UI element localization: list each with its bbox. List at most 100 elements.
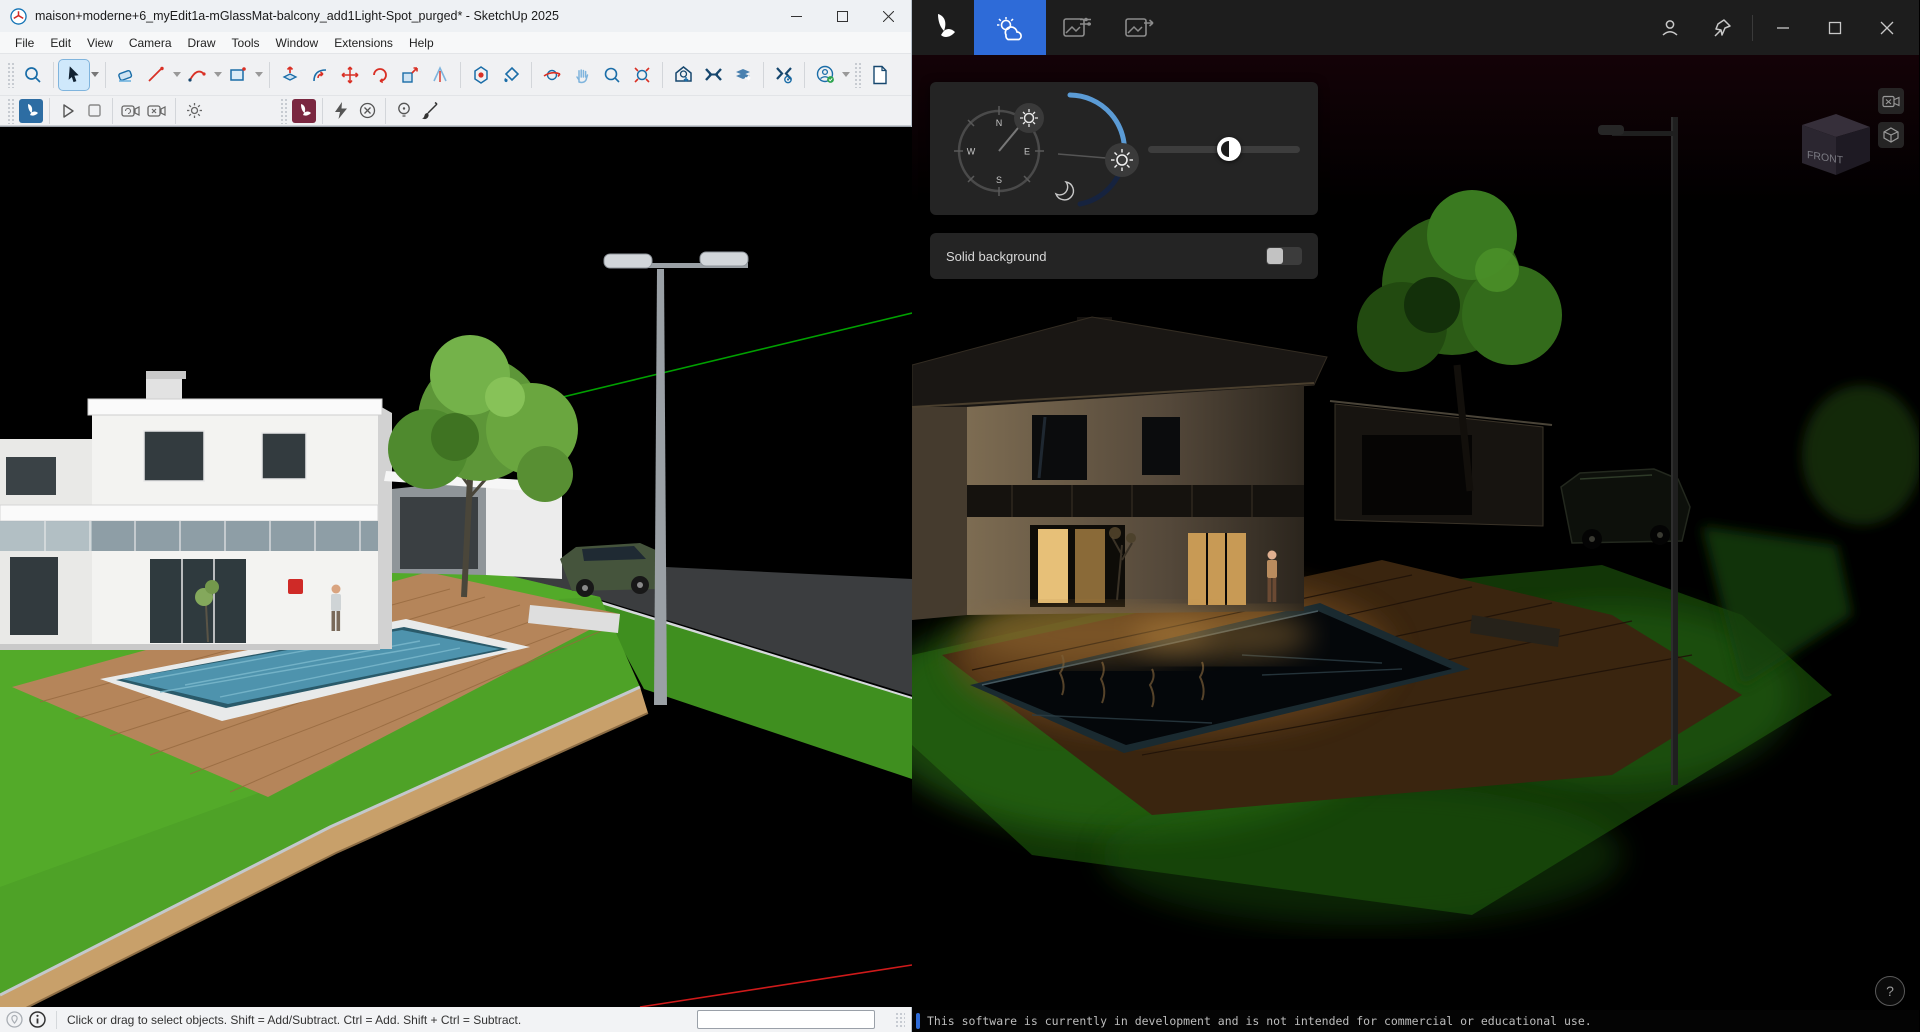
camera-x-icon bbox=[1882, 95, 1900, 108]
chevron-down-icon bbox=[214, 72, 222, 77]
orbit-tool-button[interactable] bbox=[537, 60, 567, 90]
extension-manager-button[interactable] bbox=[769, 60, 799, 90]
tab-renderer-logo[interactable] bbox=[912, 0, 974, 55]
close-button[interactable] bbox=[1865, 8, 1909, 48]
disable-render-button[interactable] bbox=[354, 99, 380, 123]
zoom-extents-icon bbox=[632, 65, 652, 85]
search-icon bbox=[23, 65, 43, 85]
toolbar-grip[interactable] bbox=[280, 98, 288, 124]
warehouse-3d-button[interactable] bbox=[668, 60, 698, 90]
offset-tool-button[interactable] bbox=[305, 60, 335, 90]
menu-window[interactable]: Window bbox=[269, 34, 326, 52]
render-viewport-canvas[interactable]: N E S W bbox=[912, 55, 1919, 1010]
rectangle-tool-dropdown[interactable] bbox=[253, 60, 264, 90]
account-button[interactable] bbox=[1648, 8, 1692, 48]
sun-elevation-arc[interactable] bbox=[1056, 95, 1139, 204]
sun-azimuth-handle[interactable] bbox=[1014, 103, 1044, 133]
help-button[interactable]: ? bbox=[1875, 976, 1905, 1006]
maximize-button[interactable] bbox=[819, 0, 865, 32]
sun-elevation-handle[interactable] bbox=[1105, 143, 1139, 177]
menubar: File Edit View Camera Draw Tools Window … bbox=[0, 32, 911, 54]
minimize-button[interactable] bbox=[773, 0, 819, 32]
menu-extensions[interactable]: Extensions bbox=[327, 34, 400, 52]
geolocation-icon[interactable] bbox=[6, 1011, 23, 1028]
rectangle-tool-button[interactable] bbox=[223, 60, 253, 90]
zoom-extents-button[interactable] bbox=[627, 60, 657, 90]
menu-tools[interactable]: Tools bbox=[225, 34, 267, 52]
sketchup-viewport-canvas[interactable] bbox=[0, 126, 911, 1006]
menu-help[interactable]: Help bbox=[402, 34, 441, 52]
menu-camera[interactable]: Camera bbox=[122, 34, 179, 52]
daylight-slider[interactable] bbox=[1148, 146, 1300, 153]
pin-icon bbox=[1712, 18, 1732, 38]
zoom-tool-button[interactable] bbox=[597, 60, 627, 90]
scale-tool-button[interactable] bbox=[395, 60, 425, 90]
render-app-window: N E S W bbox=[912, 0, 1919, 1032]
renderer-launch-button[interactable] bbox=[18, 99, 44, 123]
tab-image-export[interactable] bbox=[1108, 0, 1170, 55]
push-pull-tool-button[interactable] bbox=[275, 60, 305, 90]
arc-tool-button[interactable] bbox=[182, 60, 212, 90]
pan-tool-button[interactable] bbox=[567, 60, 597, 90]
chevron-down-icon bbox=[173, 72, 181, 77]
camera-reset-button[interactable] bbox=[1878, 88, 1904, 114]
menu-edit[interactable]: Edit bbox=[43, 34, 78, 52]
minimize-button[interactable] bbox=[1761, 8, 1805, 48]
menu-file[interactable]: File bbox=[8, 34, 41, 52]
styles-button[interactable] bbox=[466, 60, 496, 90]
toolbar-grip[interactable] bbox=[7, 62, 15, 88]
select-tool-dropdown[interactable] bbox=[89, 60, 100, 90]
sun-compass[interactable]: N E S W bbox=[954, 103, 1044, 196]
moon-icon bbox=[1056, 182, 1073, 200]
solid-background-toggle[interactable] bbox=[1266, 247, 1302, 265]
rotate-tool-button[interactable] bbox=[365, 60, 395, 90]
tab-environment[interactable] bbox=[974, 0, 1046, 55]
sketchup-logo-icon bbox=[10, 8, 27, 25]
select-tool-button[interactable] bbox=[59, 60, 89, 90]
styles-icon bbox=[471, 65, 491, 85]
toolbar-grip[interactable] bbox=[7, 98, 15, 124]
move-tool-button[interactable] bbox=[335, 60, 365, 90]
renderer-alt-button[interactable] bbox=[291, 99, 317, 123]
toolbar-separator bbox=[112, 98, 113, 124]
light-button[interactable] bbox=[391, 99, 417, 123]
menu-draw[interactable]: Draw bbox=[181, 34, 223, 52]
help-label: ? bbox=[1886, 983, 1894, 999]
menu-view[interactable]: View bbox=[80, 34, 120, 52]
info-icon[interactable] bbox=[29, 1011, 46, 1028]
tape-measure-tool-button[interactable] bbox=[425, 60, 455, 90]
new-document-button[interactable] bbox=[865, 60, 895, 90]
isolate-view-button[interactable] bbox=[1878, 122, 1904, 148]
view-cube[interactable]: FRONT bbox=[1794, 109, 1878, 179]
circle-x-icon bbox=[359, 102, 376, 119]
line-tool-dropdown[interactable] bbox=[171, 60, 182, 90]
search-button[interactable] bbox=[18, 60, 48, 90]
solid-background-label: Solid background bbox=[946, 249, 1046, 264]
brush-icon bbox=[421, 102, 439, 120]
daylight-slider-handle[interactable] bbox=[1217, 137, 1241, 161]
extension-warehouse-button[interactable] bbox=[698, 60, 728, 90]
toolbar-grip[interactable] bbox=[854, 62, 862, 88]
line-tool-button[interactable] bbox=[141, 60, 171, 90]
tab-image-adjustments[interactable] bbox=[1046, 0, 1108, 55]
sync-camera-button[interactable] bbox=[118, 99, 144, 123]
paint-button[interactable] bbox=[417, 99, 443, 123]
account-dropdown[interactable] bbox=[840, 60, 851, 90]
resize-grip[interactable] bbox=[895, 1012, 905, 1028]
detach-camera-button[interactable] bbox=[144, 99, 170, 123]
render-settings-button[interactable] bbox=[181, 99, 207, 123]
arc-tool-dropdown[interactable] bbox=[212, 60, 223, 90]
maximize-button[interactable] bbox=[1813, 8, 1857, 48]
toggle-knob bbox=[1267, 248, 1283, 264]
account-button[interactable] bbox=[810, 60, 840, 90]
measurements-input[interactable] bbox=[697, 1010, 875, 1029]
light-bulb-icon bbox=[397, 102, 411, 120]
publish-model-button[interactable] bbox=[728, 60, 758, 90]
boost-button[interactable] bbox=[328, 99, 354, 123]
pin-button[interactable] bbox=[1700, 8, 1744, 48]
eraser-tool-button[interactable] bbox=[111, 60, 141, 90]
render-play-button[interactable] bbox=[55, 99, 81, 123]
close-button[interactable] bbox=[865, 0, 911, 32]
paint-bucket-button[interactable] bbox=[496, 60, 526, 90]
render-stop-button[interactable] bbox=[81, 99, 107, 123]
